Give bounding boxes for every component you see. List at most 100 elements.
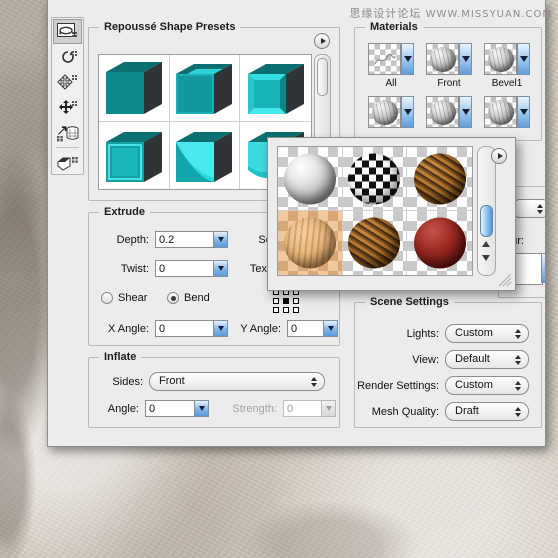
material-menu-4[interactable] xyxy=(401,96,414,128)
shear-radio-dot xyxy=(101,292,113,304)
y-angle-stepper[interactable] xyxy=(324,320,338,337)
material-menu-bevel1[interactable] xyxy=(517,43,530,75)
twist-label: Twist: xyxy=(99,263,149,275)
presets-scroll-thumb[interactable] xyxy=(317,58,328,96)
preset-bevel-box-thumb xyxy=(176,62,232,114)
material-slot-bevel1[interactable]: Bevel1 xyxy=(484,43,534,77)
texture-dark-red[interactable] xyxy=(407,211,472,275)
scale-mesh-tool[interactable] xyxy=(53,120,82,145)
material-slot-6[interactable] xyxy=(484,96,534,130)
material-slot-front[interactable]: Front xyxy=(426,43,476,77)
texture-menu-button[interactable] xyxy=(491,148,507,164)
depth-stepper[interactable] xyxy=(214,231,228,248)
shear-radio[interactable]: Shear xyxy=(101,292,147,304)
angle-stepper[interactable] xyxy=(195,400,209,417)
sphere-preview xyxy=(430,47,456,72)
lights-stepper-icon[interactable] xyxy=(510,326,525,341)
preset-curved-box[interactable] xyxy=(170,122,241,189)
scroll-down-arrow-icon[interactable] xyxy=(482,255,490,261)
rotate-mesh-tool[interactable] xyxy=(53,19,82,44)
y-angle-input[interactable]: 0 xyxy=(287,320,324,337)
preset-inner-bevel-box[interactable] xyxy=(240,55,311,122)
hidden-contour-menu[interactable] xyxy=(541,253,546,283)
slide-mesh-tool[interactable] xyxy=(53,95,82,120)
texture-picker-well[interactable] xyxy=(277,146,473,276)
materials-group: Materials All Front xyxy=(354,27,542,141)
material-menu-6[interactable] xyxy=(517,96,530,128)
sides-stepper-icon[interactable] xyxy=(306,374,321,389)
view-select[interactable]: Default xyxy=(445,350,529,369)
material-slot-5[interactable] xyxy=(426,96,476,130)
materials-legend: Materials xyxy=(365,21,423,33)
scene-settings-legend: Scene Settings xyxy=(365,296,454,308)
material-swatch-4[interactable] xyxy=(368,96,401,128)
mesh-quality-stepper-icon[interactable] xyxy=(510,404,525,419)
material-swatch-all[interactable] xyxy=(368,43,401,75)
angle-input[interactable]: 0 xyxy=(145,400,195,417)
material-menu-5[interactable] xyxy=(459,96,472,128)
texture-scrollbar[interactable] xyxy=(477,146,496,276)
hidden-combo[interactable] xyxy=(511,199,546,218)
material-menu-front[interactable] xyxy=(459,43,472,75)
drag-mesh-tool[interactable] xyxy=(53,70,82,95)
sphere-preview xyxy=(488,100,514,125)
material-label-bevel1: Bevel1 xyxy=(484,78,530,89)
lights-label: Lights: xyxy=(359,328,439,340)
reference-point-grid[interactable] xyxy=(273,289,299,313)
preset-box-thumb xyxy=(106,62,162,114)
texture-thumb xyxy=(414,153,466,204)
presets-menu-button[interactable] xyxy=(314,33,330,49)
bend-radio[interactable]: Bend xyxy=(167,292,210,304)
resize-grip-icon[interactable] xyxy=(498,273,512,287)
twist-stepper[interactable] xyxy=(214,260,228,277)
depth-input[interactable]: 0.2 xyxy=(155,231,214,248)
sphere-preview xyxy=(430,100,456,125)
camera-tool[interactable] xyxy=(53,150,82,175)
scale-mesh-icon xyxy=(56,124,80,142)
sphere-preview xyxy=(372,100,398,125)
sides-select[interactable]: Front xyxy=(149,372,325,391)
material-swatch-5[interactable] xyxy=(426,96,459,128)
preset-curved-box-thumb xyxy=(176,130,232,182)
material-swatch-front[interactable] xyxy=(426,43,459,75)
preset-bevel-box[interactable] xyxy=(170,55,241,122)
render-settings-select-value: Custom xyxy=(455,379,493,391)
scroll-up-arrow-icon[interactable] xyxy=(482,241,490,247)
preset-box[interactable] xyxy=(99,55,170,122)
angle-label: Angle: xyxy=(95,403,139,415)
preset-frame-box[interactable] xyxy=(99,122,170,189)
extrude-legend: Extrude xyxy=(99,206,150,218)
texture-light-wood[interactable] xyxy=(278,211,343,275)
texture-checkerboard[interactable] xyxy=(343,147,408,211)
render-settings-label: Render Settings: xyxy=(355,380,439,392)
texture-thumb xyxy=(414,218,466,269)
render-settings-stepper-icon[interactable] xyxy=(510,378,525,393)
material-swatch-6[interactable] xyxy=(484,96,517,128)
render-settings-select[interactable]: Custom xyxy=(445,376,529,395)
texture-thumb xyxy=(284,153,336,204)
lights-select-value: Custom xyxy=(455,327,493,339)
tool-separator xyxy=(56,147,79,148)
texture-coarse-burl[interactable] xyxy=(343,211,408,275)
roll-mesh-tool[interactable] xyxy=(53,45,82,70)
material-menu-all[interactable] xyxy=(401,43,414,75)
preset-inner-bevel-box-thumb xyxy=(248,62,304,114)
stepper-icon[interactable] xyxy=(532,201,546,216)
lights-select[interactable]: Custom xyxy=(445,324,529,343)
view-stepper-icon[interactable] xyxy=(510,352,525,367)
material-slot-all[interactable]: All xyxy=(368,43,418,77)
twist-input[interactable]: 0 xyxy=(155,260,214,277)
mesh-quality-select[interactable]: Draft xyxy=(445,402,529,421)
texture-burl-wood[interactable] xyxy=(407,147,472,211)
view-select-value: Default xyxy=(455,353,490,365)
texture-scroll-thumb[interactable] xyxy=(480,205,493,237)
texture-thumb xyxy=(348,218,400,269)
texture-default-gray[interactable] xyxy=(278,147,343,211)
x-angle-input[interactable]: 0 xyxy=(155,320,214,337)
material-slot-4[interactable] xyxy=(368,96,418,130)
material-swatch-bevel1[interactable] xyxy=(484,43,517,75)
sides-label: Sides: xyxy=(99,376,143,388)
drag-mesh-icon xyxy=(57,74,79,91)
inflate-group: Inflate Sides: Front Angle: 0 Strength: … xyxy=(88,357,340,428)
texture-picker-popup xyxy=(267,137,516,291)
